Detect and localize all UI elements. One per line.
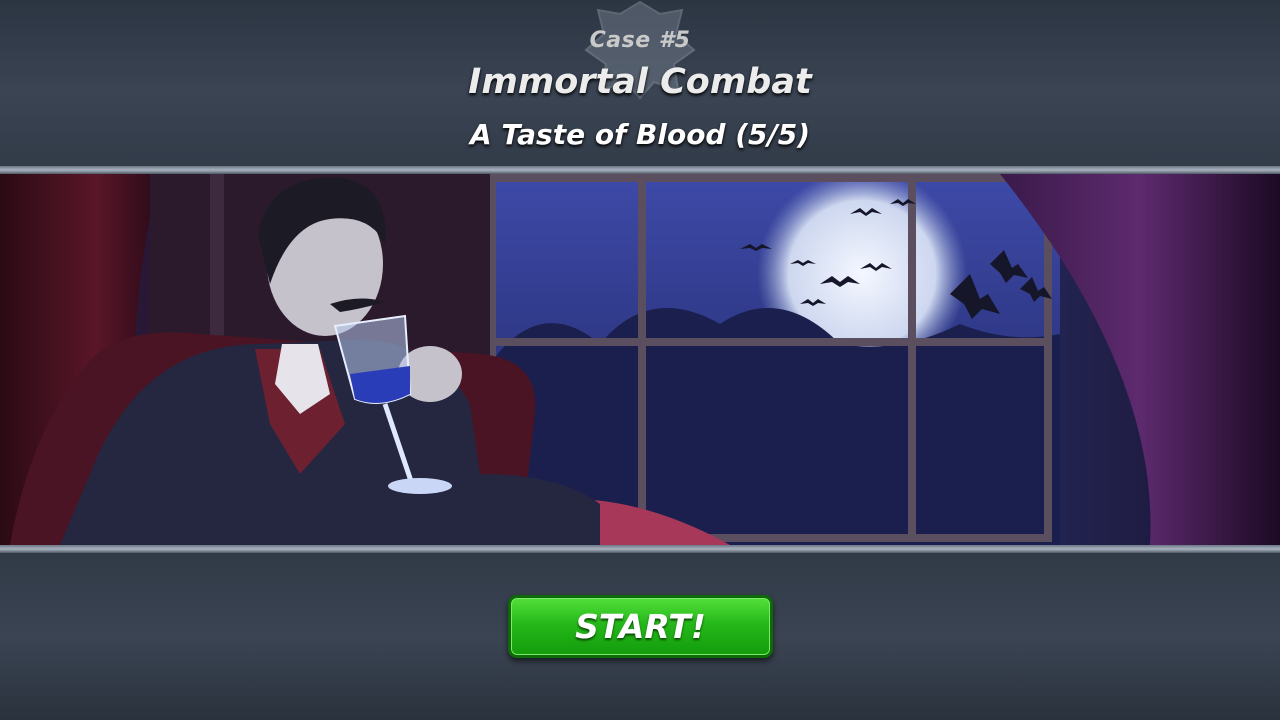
frame-bottom-border xyxy=(0,545,1280,553)
start-button-label: START! xyxy=(575,607,706,646)
vampire-scene-art xyxy=(0,174,1280,545)
case-number: Case #5 xyxy=(589,28,691,53)
chapter-title: A Taste of Blood (5/5) xyxy=(469,118,811,151)
scene-illustration xyxy=(0,174,1280,545)
case-title: Immortal Combat xyxy=(468,62,812,102)
start-button[interactable]: START! xyxy=(508,595,773,658)
header-panel: Case #5 Immortal Combat A Taste of Blood… xyxy=(0,0,1280,168)
frame-top-border xyxy=(0,166,1280,174)
